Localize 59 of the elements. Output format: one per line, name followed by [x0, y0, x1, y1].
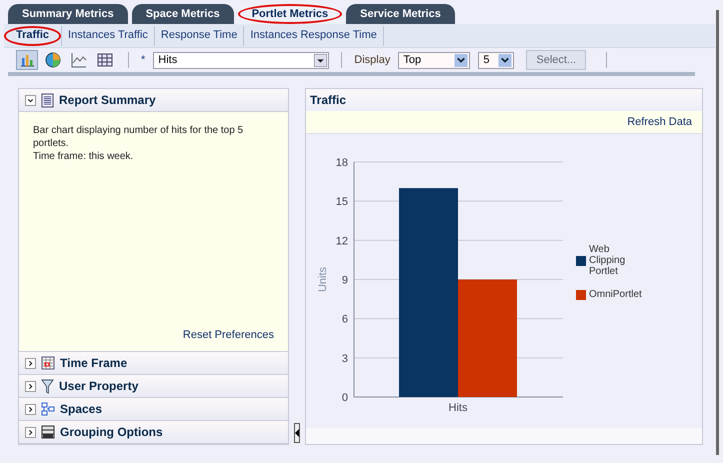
time-frame-text: Time frame: this week.: [33, 150, 134, 163]
expand-icon[interactable]: [25, 358, 36, 368]
display-dropdown[interactable]: Top: [398, 52, 470, 68]
y-tick-label: 6: [342, 314, 348, 326]
main-tab[interactable]: Service Metrics: [346, 4, 455, 24]
sub-tab[interactable]: Traffic: [4, 26, 62, 46]
reset-preferences-link[interactable]: Reset Preferences: [182, 326, 274, 343]
count-dropdown[interactable]: 5: [478, 52, 514, 68]
sub-tab[interactable]: Instances Traffic: [62, 26, 155, 46]
filter-icon: [41, 378, 54, 394]
section-header[interactable]: Spaces: [19, 398, 288, 421]
display-label: Display: [354, 52, 390, 68]
collapse-icon[interactable]: [25, 94, 36, 106]
section-header[interactable]: Report Summary: [19, 89, 288, 112]
bar-chart-view-button[interactable]: [16, 50, 38, 70]
section-title: Time Frame: [60, 355, 128, 372]
annotation-ellipse: [4, 26, 62, 46]
bar-chart-icon: [19, 52, 35, 68]
legend-label: Web Clipping Portlet: [589, 244, 626, 277]
section-title: Spaces: [60, 401, 102, 418]
section-header[interactable]: Time Frame: [19, 352, 288, 375]
y-tick-label: 9: [342, 274, 348, 286]
line-chart-icon: [71, 52, 87, 68]
refresh-data-link[interactable]: Refresh Data: [627, 114, 692, 130]
y-tick-label: 15: [336, 196, 348, 208]
sub-tab[interactable]: Response Time: [154, 26, 244, 46]
caret-icon: [314, 54, 328, 66]
main-tab[interactable]: Portlet Metrics: [238, 4, 342, 24]
main-tab[interactable]: Space Metrics: [132, 4, 234, 24]
sub-tab[interactable]: Instances Response Time: [244, 26, 384, 46]
metric-dropdown[interactable]: Hits: [153, 52, 330, 68]
main-tab[interactable]: Summary Metrics: [8, 4, 128, 24]
collapse-pane-handle[interactable]: [294, 423, 300, 443]
summary-text: Bar chart displaying number of hits for the top 5 portlets.: [33, 124, 244, 150]
hierarchy-icon: [41, 402, 55, 416]
required-mark: *: [141, 52, 146, 68]
y-tick-label: 3: [342, 352, 348, 365]
chevron-down-icon: [454, 54, 468, 66]
section-title: User Property: [59, 378, 138, 395]
y-tick-label: 18: [336, 157, 348, 169]
y-tick-label: 12: [336, 235, 348, 248]
panel-title: Traffic: [310, 92, 346, 109]
document-icon: [41, 92, 54, 108]
y-tick-label: 0: [342, 392, 348, 404]
y-axis-title: Units: [317, 266, 329, 292]
select-button[interactable]: Select...: [526, 50, 586, 70]
pie-chart-icon: [45, 52, 61, 68]
chevron-down-icon: [498, 54, 512, 66]
grouping-icon: [41, 425, 55, 439]
section-header[interactable]: Grouping Options: [19, 421, 288, 444]
expand-icon[interactable]: [25, 426, 36, 438]
x-tick-label: Hits: [448, 402, 468, 414]
section-header[interactable]: User Property: [19, 375, 288, 398]
section-title: Report Summary: [59, 92, 156, 109]
section-title: Grouping Options: [60, 424, 163, 441]
expand-icon[interactable]: [25, 380, 36, 392]
table-chart-icon: [97, 52, 113, 68]
calendar-icon: [41, 356, 55, 370]
expand-icon[interactable]: [25, 404, 36, 414]
